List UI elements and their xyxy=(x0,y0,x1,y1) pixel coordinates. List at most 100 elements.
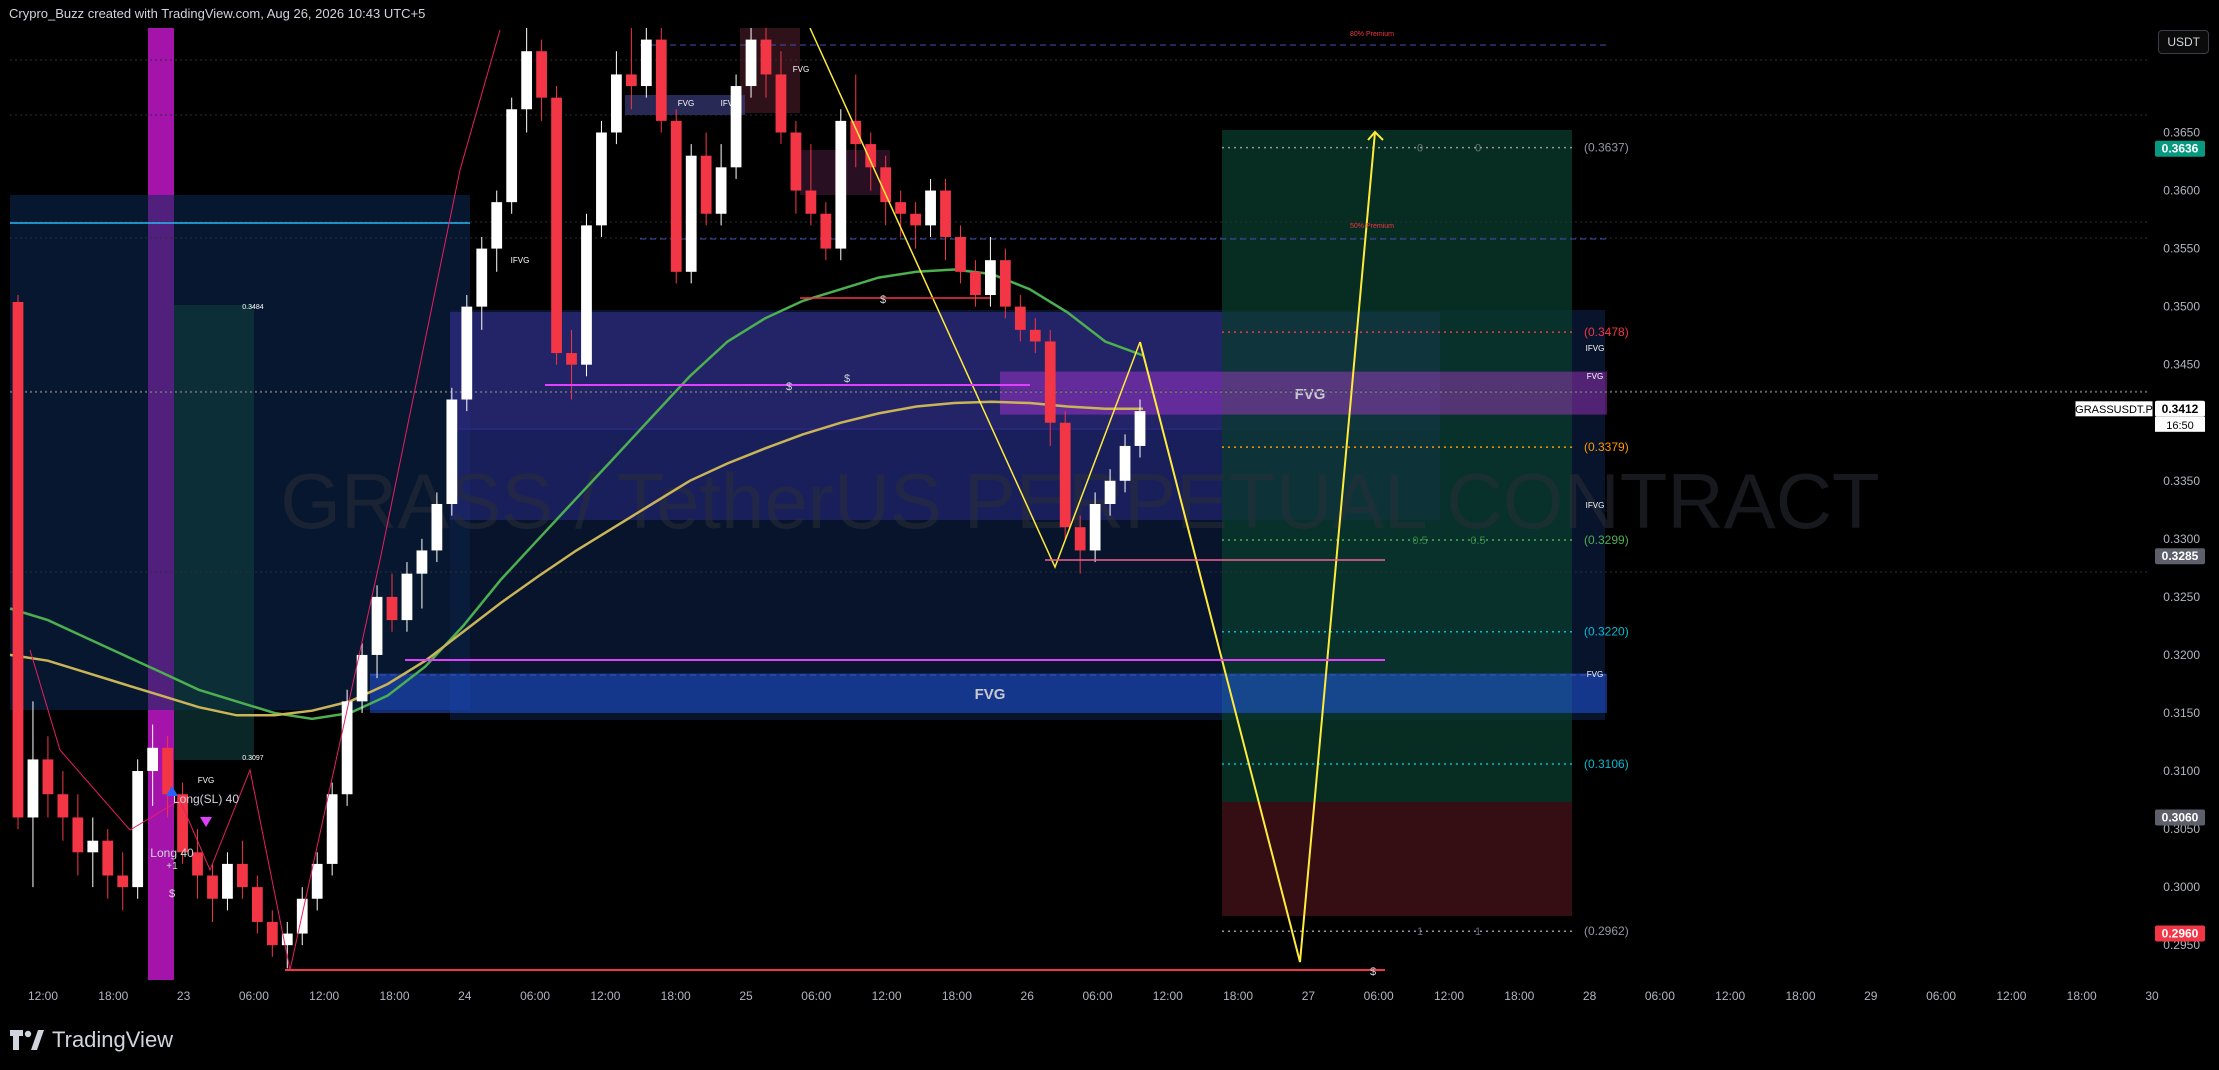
candle xyxy=(446,387,458,516)
time-tick-label: 12:00 xyxy=(1996,989,2026,1003)
candle xyxy=(461,295,473,412)
candle-body xyxy=(446,399,458,504)
candle-body xyxy=(72,817,84,853)
candle-body xyxy=(266,921,278,946)
candle-body xyxy=(999,260,1011,307)
stop-zone-red xyxy=(1222,802,1572,916)
time-tick-label: 12:00 xyxy=(309,989,339,1003)
time-tick-label: 24 xyxy=(458,989,472,1003)
candle-body xyxy=(640,39,652,87)
candle xyxy=(251,875,263,934)
candle xyxy=(999,248,1011,319)
fvg-band-label: FVG xyxy=(975,686,1006,703)
candle-body xyxy=(237,863,248,888)
premium-label: 50% Premium xyxy=(1350,223,1394,230)
candle xyxy=(237,840,248,899)
time-tick-label: 18:00 xyxy=(942,989,972,1003)
price-tick-label: 0.3600 xyxy=(2163,184,2200,198)
candle xyxy=(42,736,54,818)
candle-body xyxy=(970,271,981,296)
candle-body xyxy=(1044,341,1056,423)
fvg-label: FVG xyxy=(678,99,694,108)
fvg-label: FVG xyxy=(1587,372,1603,381)
candle xyxy=(596,120,607,237)
fvg-label: FVG xyxy=(198,776,214,785)
currency-button[interactable]: USDT xyxy=(2158,30,2209,54)
candle-body xyxy=(670,120,682,272)
time-tick-label: 18:00 xyxy=(379,989,409,1003)
fvg-label: FVG xyxy=(1587,670,1603,679)
trade-label: +1 xyxy=(166,861,178,872)
candle-body xyxy=(117,875,129,888)
price-axis[interactable]: 0.3650 0.3600 0.3550 0.3500 0.3450 0.3350 0.33… xyxy=(2074,28,2219,1006)
fvg-label: FVG xyxy=(793,65,809,74)
fib-level-label: (0.2962) xyxy=(1584,924,1629,938)
fib-ratio-right: 0 xyxy=(1475,143,1481,155)
candle-body xyxy=(685,155,697,272)
candle xyxy=(57,771,69,841)
candle-body xyxy=(655,39,667,121)
candle-body xyxy=(955,236,966,272)
candle-body xyxy=(566,353,577,365)
candle xyxy=(910,202,921,249)
price-tick-label: 0.3500 xyxy=(2163,300,2200,314)
brand-label: TradingView xyxy=(52,1027,174,1052)
trade-label: Long(SL) 40 xyxy=(173,792,239,806)
time-tick-label: 18:00 xyxy=(1785,989,1815,1003)
candle xyxy=(341,689,353,806)
candle-body xyxy=(371,596,383,655)
time-tick-label: 12:00 xyxy=(1715,989,1745,1003)
candle xyxy=(955,225,966,284)
candle-body xyxy=(87,840,99,853)
price-badge-label: 0.2960 xyxy=(2162,927,2199,941)
time-tick-label: 18:00 xyxy=(2067,989,2097,1003)
price-tick-label: 0.3650 xyxy=(2163,125,2200,139)
candle xyxy=(117,852,129,911)
time-tick-label: 06:00 xyxy=(520,989,550,1003)
candle xyxy=(222,852,233,911)
candle-body xyxy=(790,132,802,191)
candle xyxy=(925,178,936,237)
candle xyxy=(730,74,742,179)
price-badge-label: 0.3285 xyxy=(2162,549,2199,563)
tradingview-logo-icon xyxy=(10,1030,44,1050)
candle-body xyxy=(491,202,503,249)
candle-body xyxy=(745,39,757,87)
candle-body xyxy=(850,120,862,145)
candle-body xyxy=(251,887,263,922)
candle-body xyxy=(985,260,996,296)
price-badge-label: 0.3412 xyxy=(2162,402,2199,416)
time-tick-label: 28 xyxy=(1583,989,1597,1003)
candle xyxy=(12,295,24,830)
candle-body xyxy=(1014,306,1026,330)
candle xyxy=(640,28,652,98)
tradingview-logo[interactable]: TradingView xyxy=(10,1027,173,1053)
candle xyxy=(551,86,562,365)
time-tick-label: 18:00 xyxy=(98,989,128,1003)
candle-body xyxy=(311,863,323,899)
time-tick-label: 23 xyxy=(177,989,191,1003)
candle xyxy=(207,863,218,922)
candle-body xyxy=(805,190,817,214)
price-chart[interactable]: FVGFVG GRASS / TetherUS PERPETUAL CONTRA… xyxy=(0,0,2219,1006)
candle-body xyxy=(1029,329,1041,342)
price-tick-label: 0.3200 xyxy=(2163,648,2200,662)
candle xyxy=(132,759,144,899)
candle-body xyxy=(386,596,398,621)
time-tick-label: 12:00 xyxy=(872,989,902,1003)
dollar-marker: $ xyxy=(844,373,850,385)
candle-body xyxy=(506,109,518,203)
time-tick-label: 06:00 xyxy=(1364,989,1394,1003)
candle-body xyxy=(192,852,203,876)
candle-body xyxy=(147,747,159,772)
candle xyxy=(655,28,667,133)
candle-body xyxy=(925,190,936,226)
candle-body xyxy=(865,144,877,168)
candle xyxy=(611,51,622,145)
time-axis[interactable]: 12:00 18:00 23 06:00 12:00 18:00 24 06:00 12:00 1… xyxy=(0,980,2219,1006)
price-tick-label: 0.3450 xyxy=(2163,358,2200,372)
premium-label: 80% Premium xyxy=(1350,31,1394,38)
dollar-marker: $ xyxy=(880,294,886,306)
candle-body xyxy=(12,301,24,818)
price-badge-label: 0.3060 xyxy=(2162,810,2199,824)
